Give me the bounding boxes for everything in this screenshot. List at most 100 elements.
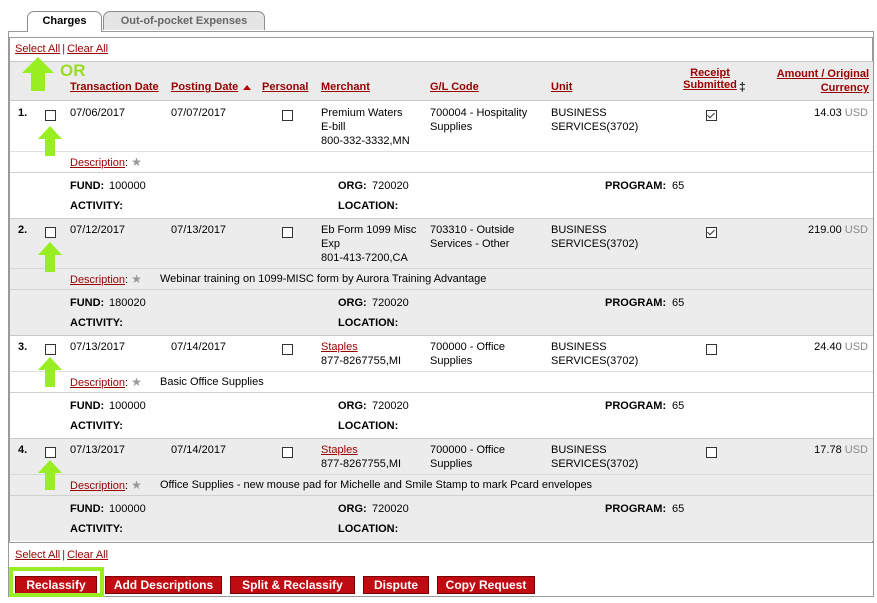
tab-charges[interactable]: Charges [27, 11, 102, 32]
split-reclassify-button[interactable]: Split & Reclassify [230, 576, 355, 594]
unit: BUSINESS SERVICES(3702) [551, 443, 638, 471]
description-link[interactable]: Description [70, 274, 125, 286]
gl-code-line: Services - Other [430, 238, 510, 250]
receipt-submitted-checkbox[interactable] [706, 344, 717, 355]
personal-checkbox[interactable] [282, 110, 293, 121]
description-text: Basic Office Supplies [160, 376, 264, 388]
personal-checkbox[interactable] [282, 447, 293, 458]
receipt-submitted-checkbox[interactable] [706, 110, 717, 121]
merchant-line: 800-332-3332,MN [321, 135, 410, 147]
unit-line: SERVICES(3702) [551, 458, 639, 470]
merchant-link[interactable]: Staples [321, 340, 401, 354]
gl-code: 700000 - Office Supplies [430, 443, 505, 471]
merchant-link[interactable]: Staples [321, 443, 401, 457]
row-number: 3. [18, 341, 28, 353]
gl-code: 703310 - Outside Services - Other [430, 223, 514, 251]
gl-code: 700004 - Hospitality Supplies [430, 106, 527, 134]
colon: : [125, 377, 129, 389]
up-arrow-icon [38, 357, 62, 387]
gl-code-line: 700000 - Office [430, 444, 506, 456]
add-descriptions-button[interactable]: Add Descriptions [105, 576, 222, 594]
unit-line: BUSINESS [551, 107, 607, 119]
fund-value: 100000 [109, 400, 146, 412]
column-personal[interactable]: Personal [262, 81, 308, 93]
currency: USD [844, 444, 868, 456]
personal-checkbox[interactable] [282, 344, 293, 355]
unit-line: BUSINESS [551, 444, 607, 456]
column-unit[interactable]: Unit [551, 81, 572, 93]
copy-request-button[interactable]: Copy Request [437, 576, 535, 594]
org-value: 720020 [372, 503, 409, 515]
up-arrow-icon [22, 57, 54, 91]
transaction-date: 07/06/2017 [70, 107, 126, 119]
merchant-name: Staples 877-8267755,MI [321, 340, 401, 368]
amount: 14.03 USD [814, 106, 868, 120]
amount: 24.40 USD [814, 340, 868, 354]
description-text: Office Supplies - new mouse pad for Mich… [160, 479, 593, 491]
amount: 17.78 USD [814, 443, 868, 457]
gl-code-line: 700000 - Office [430, 341, 506, 353]
org-value: 720020 [372, 400, 409, 412]
amount: 219.00 USD [808, 223, 868, 237]
program-label: PROGRAM: [605, 400, 667, 412]
fund-label: FUND: [70, 503, 105, 515]
merchant-name: Eb Form 1099 Misc Exp 801-413-7200,CA [321, 223, 416, 265]
program-value: 65 [672, 180, 685, 192]
receipt-submitted-checkbox[interactable] [706, 447, 717, 458]
currency: USD [844, 341, 868, 353]
reclassify-highlight-box [9, 567, 104, 597]
column-amount-original-currency[interactable]: Amount / Original Currency [777, 67, 869, 95]
row-select-checkbox[interactable] [45, 110, 56, 121]
receipt-sort-icon[interactable]: ‡ [739, 80, 746, 94]
merchant-line: Exp [321, 238, 340, 250]
row-select-checkbox[interactable] [45, 447, 56, 458]
amount-header-line2: Currency [820, 82, 869, 94]
merchant-line: 877-8267755,MI [321, 458, 402, 470]
gl-code: 700000 - Office Supplies [430, 340, 505, 368]
column-merchant[interactable]: Merchant [321, 81, 370, 93]
up-arrow-icon [38, 242, 62, 272]
select-all-link-top[interactable]: Select All [15, 43, 60, 55]
column-receipt-submitted-group: Receipt Submitted [670, 67, 750, 91]
select-all-link-bottom[interactable]: Select All [15, 549, 60, 561]
column-transaction-date[interactable]: Transaction Date [70, 81, 159, 93]
location-label: LOCATION: [338, 420, 399, 432]
fund-value: 100000 [109, 503, 146, 515]
description-link[interactable]: Description [70, 157, 125, 169]
row-select-checkbox[interactable] [45, 227, 56, 238]
location-label: LOCATION: [338, 317, 399, 329]
org-label: ORG: [338, 503, 367, 515]
star-icon: ★ [131, 375, 142, 389]
description-link[interactable]: Description [70, 377, 125, 389]
unit-line: BUSINESS [551, 224, 607, 236]
unit-line: SERVICES(3702) [551, 355, 639, 367]
tab-out-of-pocket-expenses[interactable]: Out-of-pocket Expenses [103, 11, 265, 30]
row-select-checkbox[interactable] [45, 344, 56, 355]
column-receipt-submitted[interactable]: Receipt Submitted [670, 67, 750, 91]
personal-checkbox[interactable] [282, 227, 293, 238]
merchant-line: 801-413-7200,CA [321, 252, 408, 264]
separator: | [62, 549, 66, 561]
clear-all-link-bottom[interactable]: Clear All [67, 549, 108, 561]
currency: USD [844, 224, 868, 236]
receipt-submitted-checkbox[interactable] [706, 227, 717, 238]
dispute-button[interactable]: Dispute [363, 576, 429, 594]
unit: BUSINESS SERVICES(3702) [551, 223, 638, 251]
description-link[interactable]: Description [70, 480, 125, 492]
up-arrow-icon [38, 460, 62, 490]
description-text: Webinar training on 1099-MISC form by Au… [160, 273, 487, 285]
column-gl-code[interactable]: G/L Code [430, 81, 479, 93]
selection-links-bottom: Select All | Clear All [15, 549, 108, 561]
or-annotation: OR [60, 61, 86, 80]
star-icon: ★ [131, 155, 142, 169]
org-value: 720020 [372, 297, 409, 309]
gl-code-line: 703310 - Outside [430, 224, 515, 236]
gl-code-line: Supplies [430, 121, 473, 133]
gl-code-line: Supplies [430, 355, 473, 367]
clear-all-link-top[interactable]: Clear All [67, 43, 108, 55]
amount-value: 219.00 [808, 224, 842, 236]
transaction-date: 07/12/2017 [70, 224, 126, 236]
selection-links-top: Select All | Clear All [15, 43, 108, 55]
colon: : [125, 480, 129, 492]
column-posting-date[interactable]: Posting Date [171, 81, 238, 93]
